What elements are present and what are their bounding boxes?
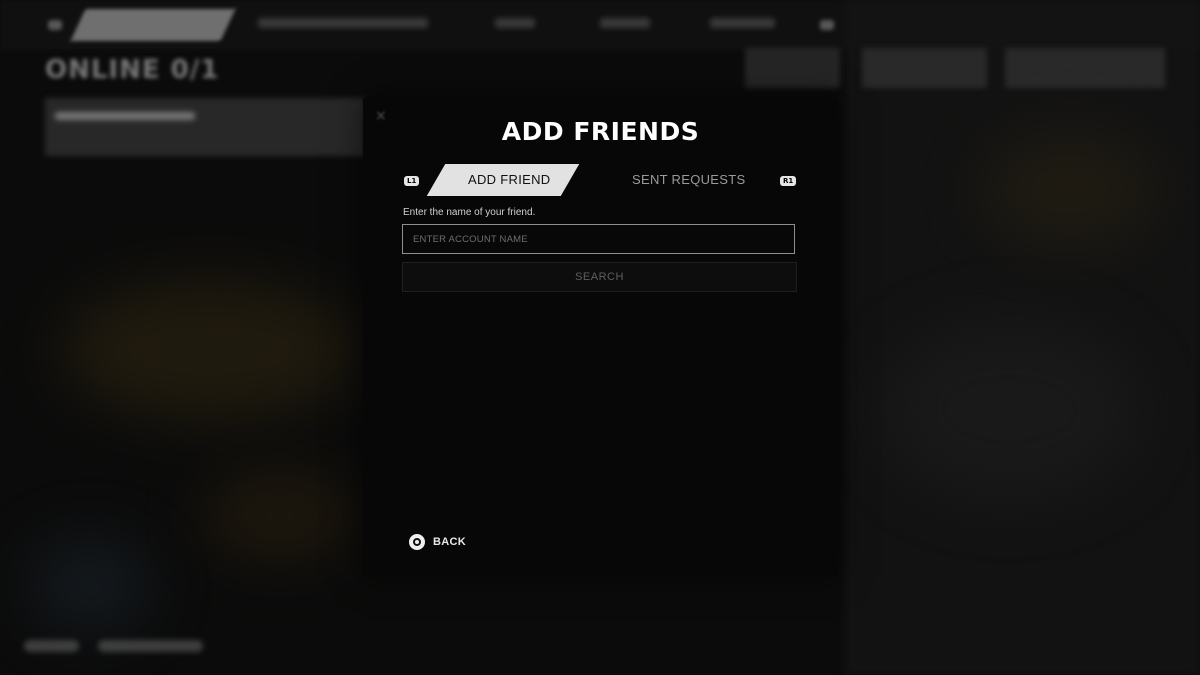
bg-add-friends-button <box>862 48 987 88</box>
bg-header-button <box>745 48 840 88</box>
bg-tab <box>600 18 650 28</box>
bg-tab <box>495 18 535 28</box>
tab-add-friend-label[interactable]: ADD FRIEND <box>468 172 550 188</box>
bg-friend-requests-button <box>1005 48 1165 88</box>
account-name-field[interactable] <box>402 224 795 254</box>
bg-hint-profile <box>98 640 203 652</box>
r1-bumper-icon: R1 <box>780 176 797 186</box>
tab-sent-requests[interactable]: SENT REQUESTS <box>632 172 745 188</box>
bg-blob <box>200 470 360 560</box>
bg-tab <box>710 18 775 28</box>
bg-blob <box>880 320 1140 500</box>
bg-hint-back <box>24 640 79 652</box>
bg-friend-row <box>45 98 365 156</box>
instruction-text: Enter the name of your friend. <box>403 207 536 218</box>
bg-online-status: ONLINE 0/1 <box>45 55 220 85</box>
bg-bumper-icon <box>820 20 834 30</box>
bg-tab <box>258 18 428 28</box>
dialog-title: ADD FRIENDS <box>501 117 700 146</box>
circle-button-icon <box>409 534 425 550</box>
l1-bumper-icon: L1 <box>404 176 420 186</box>
bg-active-tab <box>70 9 236 41</box>
account-name-input[interactable] <box>403 225 794 253</box>
bg-blob <box>60 280 360 420</box>
bg-bumper-icon <box>48 20 62 30</box>
search-button[interactable]: SEARCH <box>402 262 797 292</box>
bg-blob <box>30 540 150 630</box>
back-button[interactable]: BACK <box>409 534 466 550</box>
add-friends-dialog: × ADD FRIENDS L1 ADD FRIEND SENT REQUEST… <box>363 98 838 576</box>
back-label: BACK <box>433 536 466 548</box>
bg-blob <box>980 130 1160 250</box>
